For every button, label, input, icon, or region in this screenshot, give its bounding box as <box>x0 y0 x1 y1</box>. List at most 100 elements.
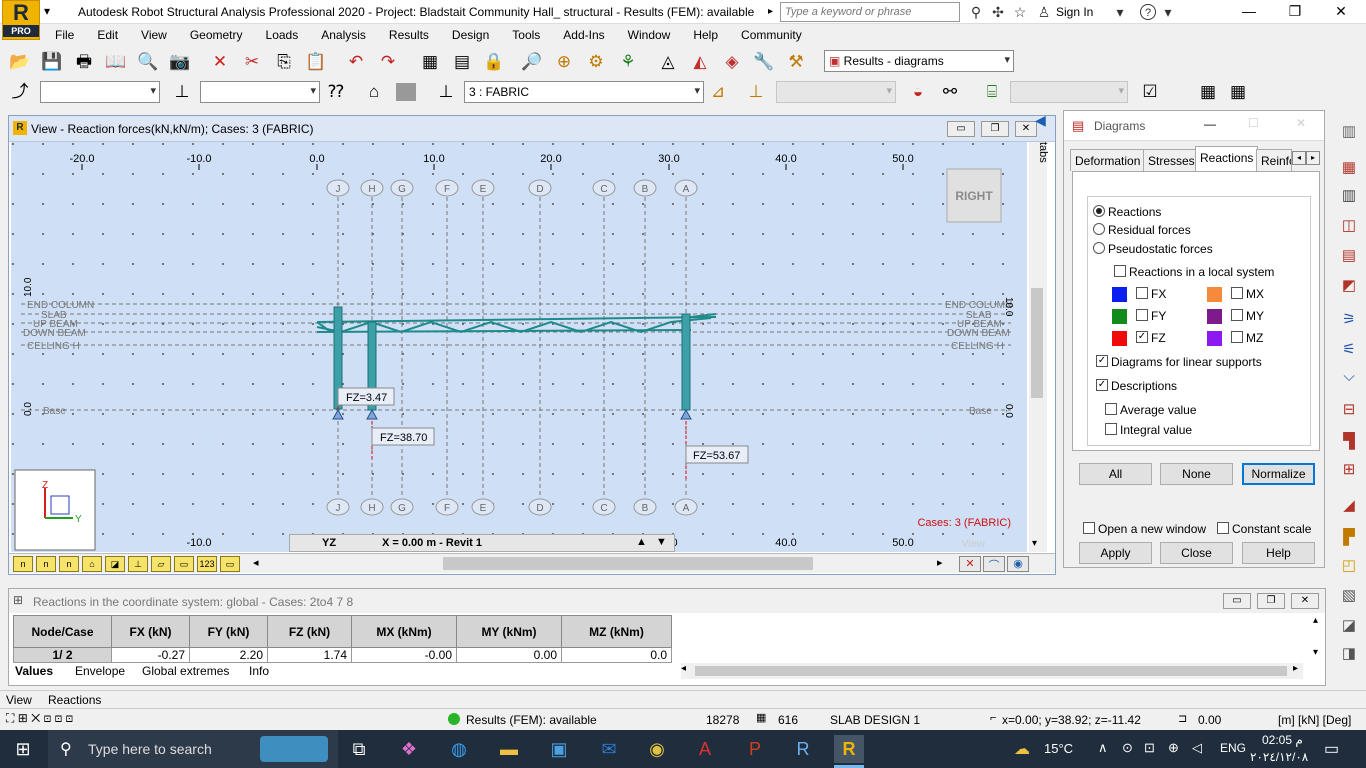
save-icon[interactable]: 💾 <box>40 50 64 74</box>
zoom-icon[interactable]: 🔎 <box>520 50 544 74</box>
tool-icon[interactable]: ◪ <box>1338 616 1360 636</box>
view-tool-icon[interactable]: ⌂ <box>82 556 102 572</box>
menu-analysis[interactable]: Analysis <box>321 28 366 42</box>
tools-icon[interactable]: 🔧 <box>752 50 776 74</box>
node-link-icon[interactable]: ⚯ <box>938 80 962 104</box>
table-cell[interactable]: 0.0 <box>561 647 672 663</box>
search-toggle-icon[interactable]: ▸ <box>768 6 773 17</box>
table-cell[interactable]: 0.00 <box>456 647 562 663</box>
selection-query-icon[interactable]: ⁇ <box>324 80 348 104</box>
camera-icon[interactable]: 📷 <box>168 50 192 74</box>
help-button[interactable]: Help <box>1242 542 1315 564</box>
tool-icon[interactable]: ◰ <box>1338 556 1360 576</box>
view-tool-icon[interactable]: ▱ <box>151 556 171 572</box>
temperature[interactable]: 15°C <box>1044 741 1073 756</box>
mx-color-swatch[interactable] <box>1207 287 1222 302</box>
tool-icon[interactable]: ◫ <box>1338 216 1360 236</box>
fx-color-swatch[interactable] <box>1112 287 1127 302</box>
mx-checkbox[interactable] <box>1231 287 1243 299</box>
windows-start-icon[interactable]: ⊞ <box>8 735 38 763</box>
reactions-tab[interactable]: Reactions <box>48 693 101 707</box>
node-selection-combo[interactable]: ▾ <box>40 81 160 103</box>
menu-edit[interactable]: Edit <box>97 28 118 42</box>
menu-geometry[interactable]: Geometry <box>190 28 243 42</box>
mz-checkbox[interactable] <box>1231 331 1243 343</box>
color-swatch[interactable] <box>396 83 416 101</box>
restore-icon[interactable]: ❐ <box>1280 3 1310 20</box>
hscroll-right-icon[interactable]: ▸ <box>1293 663 1298 674</box>
table-close-icon[interactable]: ✕ <box>1291 593 1319 609</box>
volume-icon[interactable]: ◁ <box>1192 740 1202 756</box>
tool-icon[interactable]: ◢ <box>1338 496 1360 516</box>
view-restore-icon[interactable]: ❐ <box>981 121 1009 137</box>
help-dropdown-icon[interactable]: ▾ <box>1160 4 1176 20</box>
check-table-icon[interactable]: ☑ <box>1138 80 1162 104</box>
all-button[interactable]: All <box>1079 463 1152 485</box>
my-checkbox[interactable] <box>1231 309 1243 321</box>
integral-value-checkbox[interactable] <box>1105 423 1117 435</box>
load-case-icon[interactable]: ⊥ <box>434 80 458 104</box>
menu-help[interactable]: Help <box>693 28 718 42</box>
residual-forces-radio[interactable] <box>1093 223 1105 235</box>
clock-time[interactable]: 02:05 م <box>1262 733 1303 747</box>
open-new-window-checkbox[interactable] <box>1083 522 1095 534</box>
column-header[interactable]: MZ (kNm) <box>561 615 672 648</box>
ruler-icon[interactable]: ⚒ <box>784 50 808 74</box>
tab-reinforcement[interactable]: Reinfo <box>1256 149 1292 171</box>
tab-values[interactable]: Values <box>15 664 53 678</box>
tool-icon[interactable]: ▦ <box>1338 158 1360 178</box>
tray-icon[interactable]: ⊡ <box>1144 740 1155 756</box>
tool-icon[interactable]: ⚟ <box>1338 340 1360 360</box>
lock-icon[interactable]: 🔒 <box>482 50 506 74</box>
table-scroll-up-icon[interactable]: ▴ <box>1313 615 1318 626</box>
fy-color-swatch[interactable] <box>1112 309 1127 324</box>
paste-icon[interactable]: 📋 <box>304 50 328 74</box>
column-header[interactable]: Node/Case <box>13 615 112 648</box>
view-tool-icon[interactable]: ◪ <box>105 556 125 572</box>
table-cell[interactable]: 1/ 2 <box>13 647 112 663</box>
units-display[interactable]: [m] [kN] [Deg] <box>1278 713 1351 727</box>
tray-icon[interactable]: ⊙ <box>1122 740 1133 756</box>
tab-stresses[interactable]: Stresses <box>1143 149 1200 171</box>
acrobat-icon[interactable]: A <box>690 735 720 763</box>
file-explorer-icon[interactable]: ▬ <box>494 735 524 763</box>
minimize-icon[interactable]: — <box>1234 3 1264 19</box>
tab-envelope[interactable]: Envelope <box>75 664 125 678</box>
zoom-target-icon[interactable]: ⊕ <box>552 50 576 74</box>
tool-icon[interactable]: ◨ <box>1338 644 1360 664</box>
fz-color-swatch[interactable] <box>1112 331 1127 346</box>
app-logo[interactable]: R PRO <box>2 0 40 40</box>
revit-icon[interactable]: R <box>788 735 818 763</box>
task-view-icon[interactable]: ⧉ <box>344 735 374 763</box>
table-icon[interactable]: ▤ <box>450 50 474 74</box>
column-header[interactable]: FZ (kN) <box>267 615 352 648</box>
open-folder-icon[interactable]: 📂 <box>8 50 32 74</box>
table-cell[interactable]: 2.20 <box>189 647 268 663</box>
keyword-search-input[interactable]: Type a keyword or phrase <box>780 2 960 22</box>
constant-scale-checkbox[interactable] <box>1217 522 1229 534</box>
menu-add-ins[interactable]: Add-Ins <box>563 28 604 42</box>
chrome-icon[interactable]: ◉ <box>642 735 672 763</box>
menu-file[interactable]: File <box>55 28 74 42</box>
tabs-strip[interactable]: ◀ tabs <box>1033 112 1053 163</box>
view-cube[interactable]: RIGHT <box>946 168 1002 223</box>
tool-icon[interactable]: ⚞ <box>1338 310 1360 330</box>
favorites-star-icon[interactable]: ☆ <box>1012 4 1028 20</box>
column-header[interactable]: FY (kN) <box>189 615 268 648</box>
menu-view[interactable]: View <box>141 28 167 42</box>
drawing-canvas[interactable]: -20.0 -10.0 0.0 10.0 20.0 30.0 40.0 50.0 <box>11 142 1027 552</box>
tool-icon[interactable]: ▜ <box>1338 432 1360 452</box>
tab-global-extremes[interactable]: Global extremes <box>142 664 229 678</box>
store-icon[interactable]: ▣ <box>544 735 574 763</box>
cart-dropdown-icon[interactable]: ▾ <box>1112 4 1128 20</box>
pseudostatic-forces-radio[interactable] <box>1093 242 1105 254</box>
close-button[interactable]: Close <box>1160 542 1233 564</box>
normalize-button[interactable]: Normalize <box>1242 463 1315 485</box>
scroll-right-icon[interactable]: ▸ <box>937 556 943 569</box>
mz-color-swatch[interactable] <box>1207 331 1222 346</box>
fy-checkbox[interactable] <box>1136 309 1148 321</box>
table-minimize-icon[interactable]: ▭ <box>1223 593 1251 609</box>
table-cell[interactable]: -0.27 <box>111 647 190 663</box>
tool-icon[interactable]: ▧ <box>1338 586 1360 606</box>
results-map-icon[interactable]: ◒ <box>906 80 930 104</box>
